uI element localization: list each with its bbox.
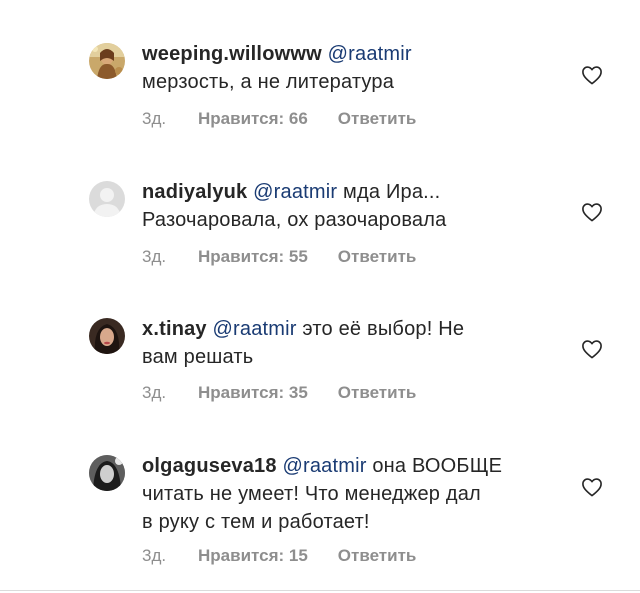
comment-username[interactable]: nadiyalyuk: [142, 181, 247, 203]
comment-text: weeping.willowww @raatmir мерзость, а не…: [142, 40, 552, 96]
comment-likes[interactable]: Нравится: 15: [198, 546, 308, 566]
comment-likes[interactable]: Нравится: 66: [198, 109, 308, 129]
comment-meta: 3д. Нравится: 55 Ответить: [142, 247, 416, 267]
comment-mention[interactable]: @raatmir: [282, 455, 366, 477]
comment-likes[interactable]: Нравится: 35: [198, 383, 308, 403]
comment-time[interactable]: 3д.: [142, 109, 198, 129]
reply-button[interactable]: Ответить: [338, 247, 417, 267]
comment-text-line: читать не умеет! Что менеджер дал: [142, 483, 481, 505]
comment-mention[interactable]: @raatmir: [253, 181, 337, 203]
comment-mention[interactable]: @raatmir: [328, 43, 412, 65]
comment-meta: 3д. Нравится: 35 Ответить: [142, 383, 416, 403]
comment-time[interactable]: 3д.: [142, 247, 198, 267]
comment-time[interactable]: 3д.: [142, 546, 198, 566]
comment-text-line: вам решать: [142, 346, 254, 368]
avatar[interactable]: [89, 318, 125, 354]
comment-text: nadiyalyuk @raatmir мда Ира... Разочаров…: [142, 178, 552, 234]
comments-list: weeping.willowww @raatmir мерзость, а не…: [0, 0, 640, 593]
comment-time[interactable]: 3д.: [142, 383, 198, 403]
comment-username[interactable]: olgaguseva18: [142, 455, 277, 477]
comment-text: x.tinay @raatmir это её выбор! Не вам ре…: [142, 315, 552, 371]
comment-text-line: мда Ира...: [337, 181, 441, 203]
comment-mention[interactable]: @raatmir: [213, 318, 297, 340]
comment-text-line: Разочаровала, ох разочаровала: [142, 209, 447, 231]
comment-text-line: это её выбор! Не: [296, 318, 465, 340]
reply-button[interactable]: Ответить: [338, 383, 417, 403]
heart-icon[interactable]: [581, 202, 603, 222]
heart-icon[interactable]: [581, 65, 603, 85]
comment-text: olgaguseva18 @raatmir она ВООБЩЕ читать …: [142, 452, 552, 536]
comment-text-line: в руку с тем и работает!: [142, 511, 370, 533]
comment-likes[interactable]: Нравится: 55: [198, 247, 308, 267]
comment-meta: 3д. Нравится: 66 Ответить: [142, 109, 416, 129]
divider: [0, 590, 640, 591]
comment-meta: 3д. Нравится: 15 Ответить: [142, 546, 416, 566]
avatar[interactable]: [89, 43, 125, 79]
reply-button[interactable]: Ответить: [338, 546, 417, 566]
comment-username[interactable]: x.tinay: [142, 318, 207, 340]
avatar[interactable]: [89, 181, 125, 217]
avatar[interactable]: [89, 455, 125, 491]
comment-text-line: мерзость, а не литература: [142, 71, 395, 93]
heart-icon[interactable]: [581, 477, 603, 497]
comment-text-line: она ВООБЩЕ: [366, 455, 503, 477]
comment-username[interactable]: weeping.willowww: [142, 43, 322, 65]
heart-icon[interactable]: [581, 339, 603, 359]
reply-button[interactable]: Ответить: [338, 109, 417, 129]
